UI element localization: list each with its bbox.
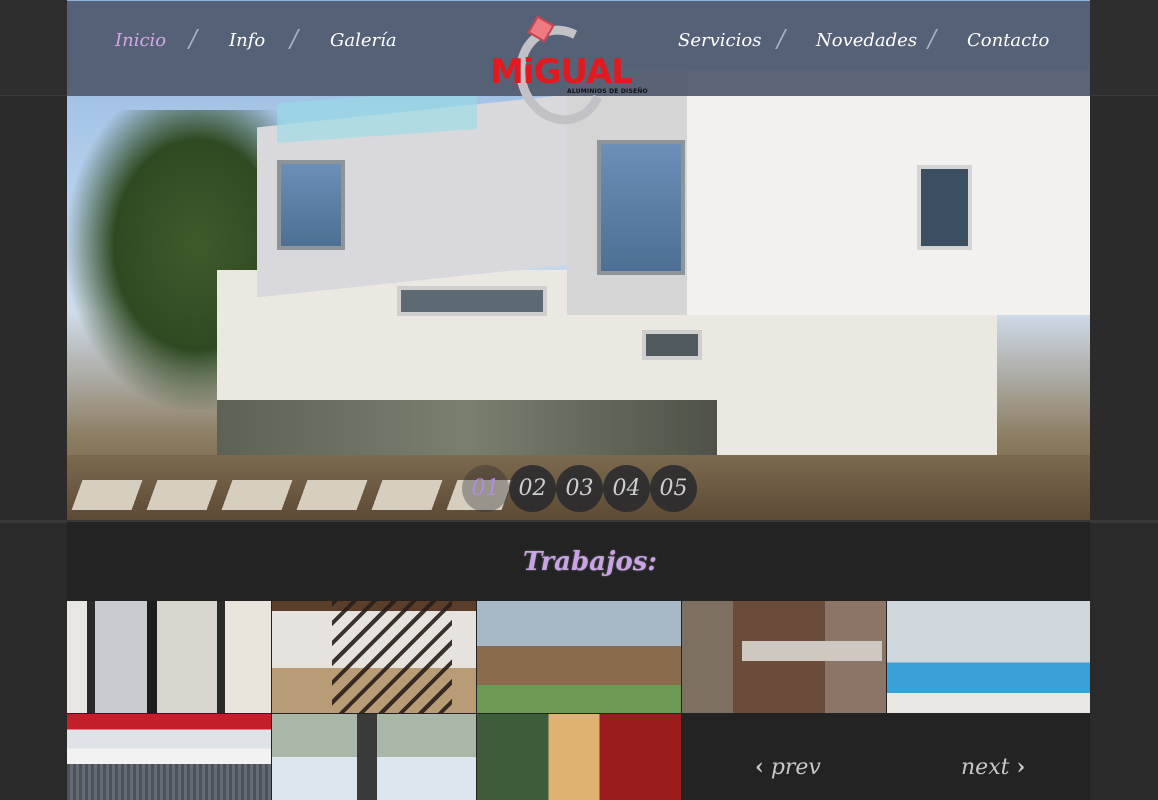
slider-page-4[interactable]: 04 — [603, 465, 650, 512]
nav-separator: / — [777, 25, 786, 53]
works-prev-label: prev — [770, 755, 821, 780]
nav-separator: / — [290, 25, 299, 53]
nav-galeria[interactable]: Galería — [330, 30, 397, 51]
hero-window — [642, 330, 702, 360]
slider-page-3[interactable]: 03 — [556, 465, 603, 512]
work-thumbnail[interactable] — [477, 714, 681, 800]
chevron-right-icon: › — [1016, 754, 1026, 780]
nav-info[interactable]: Info — [229, 30, 265, 51]
work-thumbnail[interactable] — [682, 601, 886, 713]
hero-glass-facade — [217, 400, 717, 460]
logo-text: MiGUAL — [490, 52, 633, 92]
works-next-label: next — [961, 755, 1010, 780]
chevron-left-icon: ‹ — [755, 754, 764, 780]
work-thumbnail[interactable] — [67, 714, 271, 800]
nav-inicio[interactable]: Inicio — [115, 30, 166, 51]
hero-window — [917, 165, 972, 250]
hero-window — [277, 160, 345, 250]
hero-stepping-stones — [71, 480, 513, 510]
work-thumbnail[interactable] — [272, 601, 476, 713]
work-thumbnail[interactable] — [67, 601, 271, 713]
nav-novedades[interactable]: Novedades — [816, 30, 917, 51]
slider-page-1[interactable]: 01 — [462, 465, 509, 512]
works-prev-button[interactable]: ‹ prev — [755, 754, 821, 780]
nav-separator: / — [928, 25, 937, 53]
works-next-button[interactable]: next › — [961, 754, 1025, 780]
site-logo[interactable]: MiGUAL ALUMINIOS DE DISEÑO — [487, 12, 648, 138]
hero-window — [597, 140, 685, 275]
logo-subtitle: ALUMINIOS DE DISEÑO — [567, 88, 648, 95]
slider-page-2[interactable]: 02 — [509, 465, 556, 512]
works-title: Trabajos: — [522, 547, 657, 577]
hero-window — [397, 286, 547, 316]
work-thumbnail[interactable] — [272, 714, 476, 800]
slider-page-5[interactable]: 05 — [650, 465, 697, 512]
nav-separator: / — [189, 25, 198, 53]
nav-servicios[interactable]: Servicios — [678, 30, 761, 51]
work-thumbnail[interactable] — [477, 601, 681, 713]
work-thumbnail[interactable] — [887, 601, 1090, 713]
nav-contacto[interactable]: Contacto — [967, 30, 1049, 51]
